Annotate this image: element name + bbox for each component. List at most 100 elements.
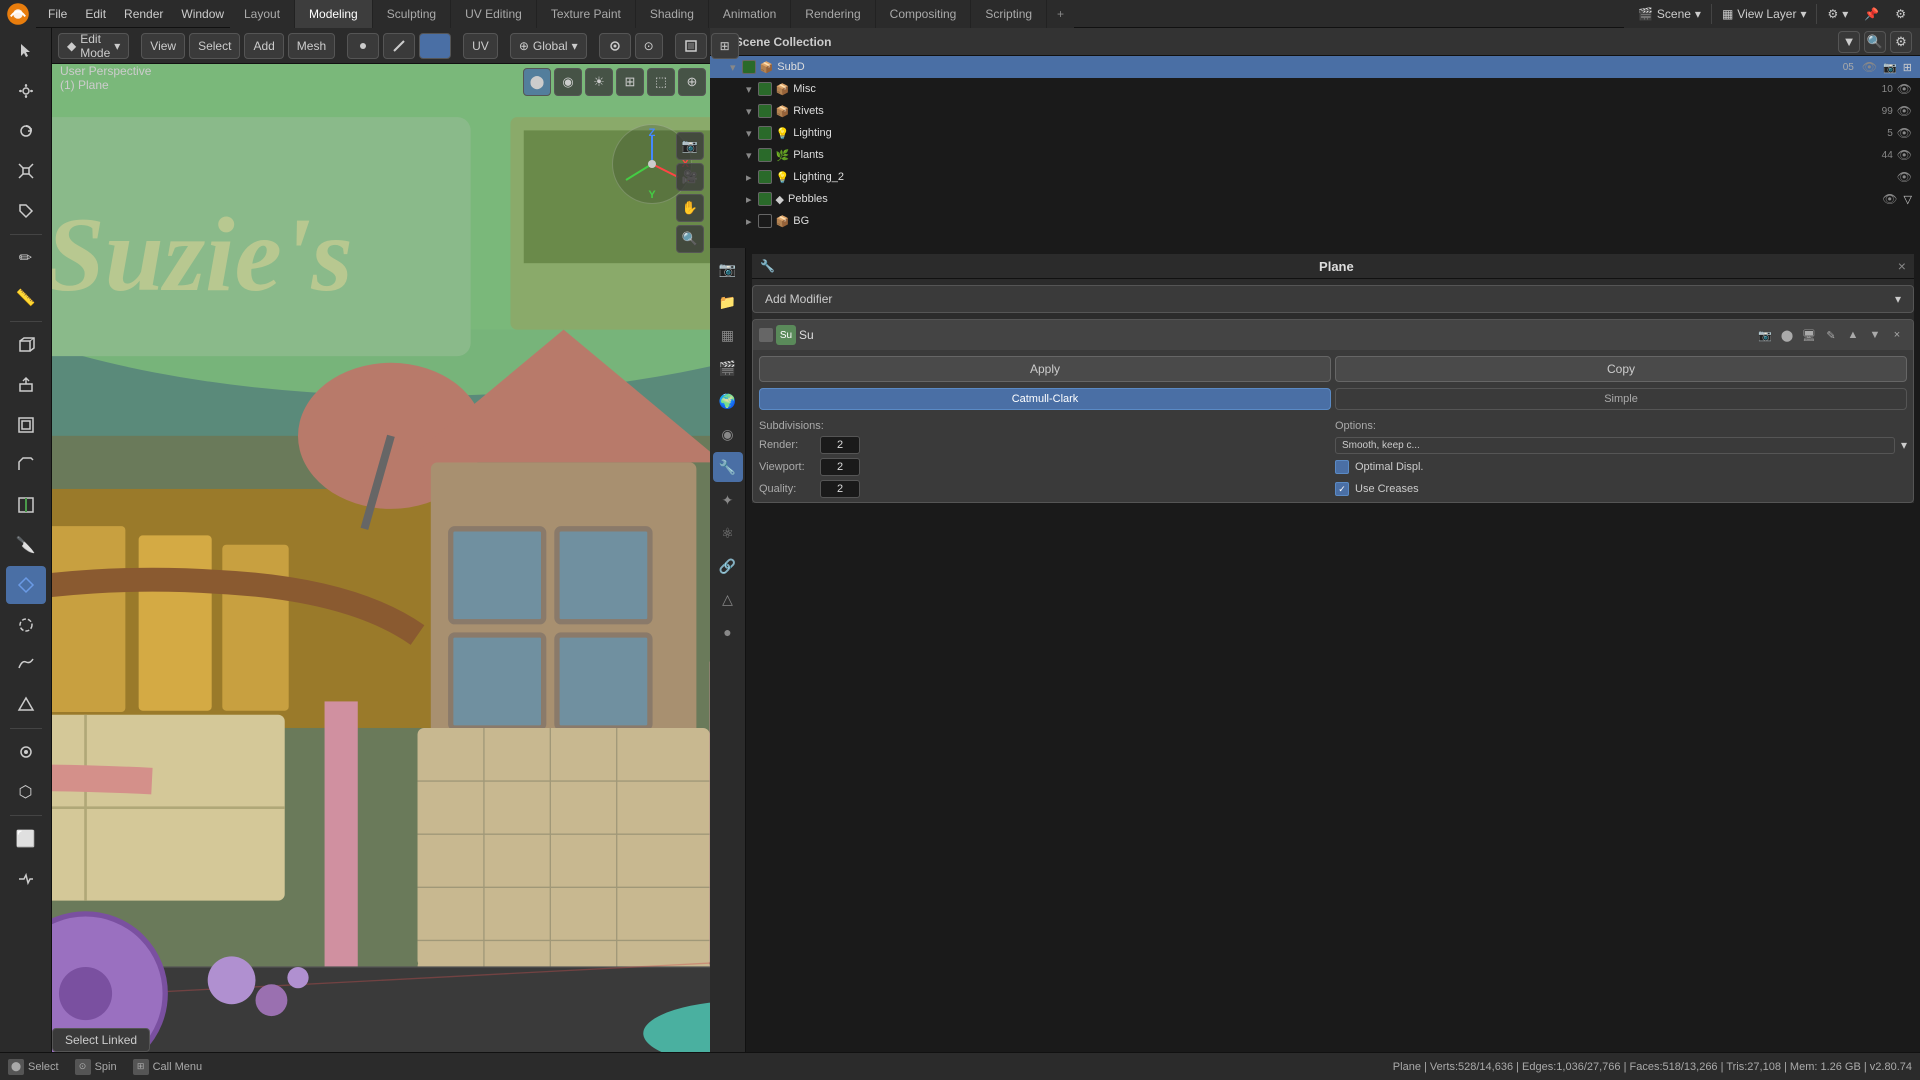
- viewport-camera-btn[interactable]: 📷: [676, 132, 704, 160]
- visibility-checkbox-rivets[interactable]: [758, 104, 772, 118]
- modifier-edit-btn[interactable]: ✎: [1821, 325, 1841, 345]
- modifier-enable-toggle[interactable]: [759, 328, 773, 342]
- prop-particles-btn[interactable]: ✦: [713, 485, 743, 515]
- prop-output-btn[interactable]: 📁: [713, 287, 743, 317]
- optimal-disp-checkbox[interactable]: [1335, 460, 1349, 474]
- prop-object-btn[interactable]: ◉: [713, 419, 743, 449]
- viewport-render-btn[interactable]: 🎥: [676, 163, 704, 191]
- xray-btn[interactable]: ⬚: [647, 68, 675, 96]
- toolbar-scale[interactable]: [6, 152, 46, 190]
- visibility-checkbox-plants[interactable]: [758, 148, 772, 162]
- visibility-checkbox[interactable]: [742, 60, 756, 74]
- modifier-copy-btn[interactable]: Copy: [1335, 356, 1907, 382]
- visibility-checkbox-pebbles[interactable]: [758, 192, 772, 206]
- viewport-value[interactable]: 2: [820, 458, 860, 476]
- toolbar-add-cube[interactable]: [6, 326, 46, 364]
- gizmo-toggle[interactable]: ⊕: [678, 68, 706, 96]
- visibility-checkbox-bg[interactable]: [758, 214, 772, 228]
- outliner-item-misc[interactable]: ▾ 📦 Misc 10 👁: [710, 78, 1920, 100]
- tab-sculpting[interactable]: Sculpting: [373, 0, 451, 28]
- mesh-menu[interactable]: Mesh: [288, 33, 335, 59]
- prop-view-layer-btn[interactable]: ▦: [713, 320, 743, 350]
- pin-btn[interactable]: 📌: [1858, 5, 1885, 23]
- main-viewport[interactable]: Suzie's: [52, 64, 710, 1052]
- toolbar-move[interactable]: [6, 72, 46, 110]
- select-menu[interactable]: Select: [189, 33, 240, 59]
- pivot-dropdown[interactable]: ⊕ Global ▾: [510, 33, 587, 59]
- menu-render[interactable]: Render: [116, 5, 171, 23]
- visibility-checkbox-misc[interactable]: [758, 82, 772, 96]
- tab-shading[interactable]: Shading: [636, 0, 709, 28]
- toolbar-edge-slide[interactable]: [6, 686, 46, 724]
- modifier-viewport-btn[interactable]: ⬤: [1777, 325, 1797, 345]
- mode-dropdown[interactable]: ◆ Edit Mode ▾: [58, 33, 129, 59]
- add-workspace-tab[interactable]: +: [1047, 0, 1074, 28]
- engine-selector[interactable]: ⚙ ▾: [1821, 5, 1854, 23]
- toolbar-transform[interactable]: [6, 192, 46, 230]
- smooth-dropdown[interactable]: Smooth, keep c...: [1335, 437, 1895, 454]
- outliner-item-lighting2[interactable]: ▸ 💡 Lighting_2 👁: [710, 166, 1920, 188]
- catmull-clark-btn[interactable]: Catmull-Clark: [759, 388, 1331, 410]
- toolbar-inset[interactable]: [6, 406, 46, 444]
- prop-physics-btn[interactable]: ⚛: [713, 518, 743, 548]
- xray-toggle[interactable]: [675, 33, 707, 59]
- visibility-eye-lighting[interactable]: 👁: [1897, 126, 1912, 140]
- add-menu[interactable]: Add: [244, 33, 283, 59]
- prop-data-btn[interactable]: △: [713, 584, 743, 614]
- toolbar-shear[interactable]: ⬡: [6, 773, 46, 811]
- outliner-item-subd[interactable]: ▾ 📦 SubD 05 👁 📷 ⊞: [710, 56, 1920, 78]
- view-menu[interactable]: View: [141, 33, 185, 59]
- overlay-btn2[interactable]: ⊞: [616, 68, 644, 96]
- prop-render-btn[interactable]: 📷: [713, 254, 743, 284]
- overlay-btn[interactable]: ⊞: [711, 33, 739, 59]
- uv-btn[interactable]: UV: [463, 33, 498, 59]
- menu-window[interactable]: Window: [173, 5, 232, 23]
- render-value[interactable]: 2: [820, 436, 860, 454]
- visibility-eye-rivets[interactable]: 👁: [1897, 104, 1912, 118]
- edge-select-btn[interactable]: [383, 33, 415, 59]
- add-modifier-btn[interactable]: Add Modifier ▾: [752, 285, 1914, 313]
- outliner-filter-btn[interactable]: ▼: [1838, 31, 1860, 53]
- tab-texture-paint[interactable]: Texture Paint: [537, 0, 636, 28]
- viewport-hand-btn[interactable]: ✋: [676, 194, 704, 222]
- visibility-eye-misc[interactable]: 👁: [1897, 82, 1912, 96]
- panel-close-btn[interactable]: ×: [1898, 258, 1906, 274]
- prop-material-btn[interactable]: ●: [713, 617, 743, 647]
- modifier-close-btn[interactable]: ×: [1887, 325, 1907, 345]
- outliner-item-plants[interactable]: ▾ 🌿 Plants 44 👁: [710, 144, 1920, 166]
- prop-constraint-btn[interactable]: 🔗: [713, 551, 743, 581]
- snapping-btn[interactable]: [599, 33, 631, 59]
- outliner-item-lighting[interactable]: ▾ 💡 Lighting 5 👁: [710, 122, 1920, 144]
- settings-btn[interactable]: ⚙: [1889, 5, 1912, 23]
- toolbar-smooth[interactable]: [6, 646, 46, 684]
- simple-btn[interactable]: Simple: [1335, 388, 1907, 410]
- modifier-down-btn[interactable]: ▼: [1865, 325, 1885, 345]
- quality-value[interactable]: 2: [820, 480, 860, 498]
- visibility-checkbox-lighting[interactable]: [758, 126, 772, 140]
- tab-rendering[interactable]: Rendering: [791, 0, 875, 28]
- tab-compositing[interactable]: Compositing: [876, 0, 972, 28]
- outliner-item-bg[interactable]: ▸ 📦 BG: [710, 210, 1920, 232]
- proportional-btn[interactable]: ⊙: [635, 33, 663, 59]
- toolbar-rip-region[interactable]: [6, 860, 46, 898]
- visibility-eye[interactable]: 👁: [1862, 60, 1877, 74]
- menu-edit[interactable]: Edit: [77, 5, 114, 23]
- outliner-item-pebbles[interactable]: ▸ ◆ Pebbles 👁 ▽: [710, 188, 1920, 210]
- blender-logo[interactable]: [0, 0, 36, 28]
- scene-selector[interactable]: 🎬 Scene ▾: [1632, 5, 1707, 23]
- toolbar-poly-build[interactable]: [6, 566, 46, 604]
- visibility-eye-plants[interactable]: 👁: [1897, 148, 1912, 162]
- prop-world-btn[interactable]: 🌍: [713, 386, 743, 416]
- toolbar-rotate[interactable]: [6, 112, 46, 150]
- toolbar-knife[interactable]: 🔪: [6, 526, 46, 564]
- camera-render-icon[interactable]: 📷: [1883, 61, 1897, 74]
- toolbar-create-face[interactable]: ⬜: [6, 820, 46, 858]
- view-layer-selector[interactable]: ▦ View Layer ▾: [1716, 5, 1813, 23]
- display-mode-material[interactable]: ◉: [554, 68, 582, 96]
- visibility-eye-pebbles[interactable]: 👁: [1882, 192, 1897, 206]
- toolbar-bevel[interactable]: [6, 446, 46, 484]
- face-select-btn[interactable]: [419, 33, 451, 59]
- toolbar-measure[interactable]: 📏: [6, 279, 46, 317]
- modifier-camera-btn[interactable]: 📷: [1755, 325, 1775, 345]
- tab-animation[interactable]: Animation: [709, 0, 791, 28]
